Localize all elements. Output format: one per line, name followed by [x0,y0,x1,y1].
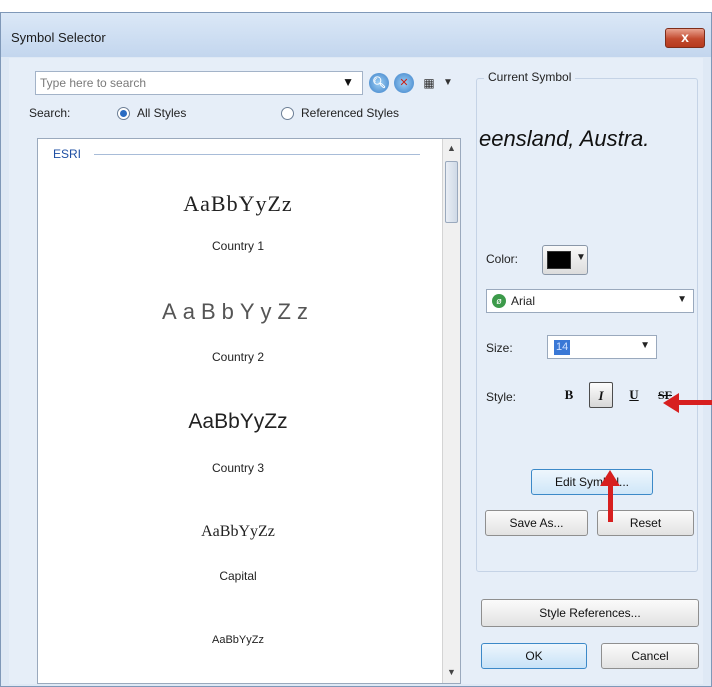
symbol-sample[interactable]: AaBbYyZz [38,634,438,646]
symbol-sample[interactable]: AaBbYyZz [38,299,438,325]
chevron-down-icon: ▼ [677,294,687,305]
current-symbol-group [476,78,698,572]
current-symbol-label: Current Symbol [484,70,576,84]
italic-button[interactable]: I [589,382,613,408]
color-swatch [547,251,571,269]
ok-button[interactable]: OK [481,643,587,669]
chevron-down-icon[interactable]: ▼ [342,75,354,89]
symbol-selector-dialog: Symbol Selector x ▼ 🔍︎ ✕ ▦ ▼ Search: All… [0,12,712,687]
symbol-name[interactable]: Capital [38,569,438,583]
symbol-name[interactable]: Country 2 [38,350,438,364]
style-group-label: ESRI [53,147,82,161]
annotation-arrow-size-shaft [677,400,712,405]
search-combobox[interactable]: ▼ [35,71,363,95]
font-type-icon: ø [492,294,506,308]
font-value: Arial [511,294,536,308]
symbol-list[interactable]: ESRI AaBbYyZz Country 1 AaBbYyZz Country… [37,138,461,684]
search-scope-row: Search: All Styles Referenced Styles [29,106,449,124]
cancel-button[interactable]: Cancel [601,643,699,669]
annotation-arrow-size-icon [663,393,679,413]
chevron-down-icon: ▼ [576,252,586,263]
all-styles-label[interactable]: All Styles [137,106,186,120]
bold-button[interactable]: B [557,382,581,408]
view-mode-dropdown-icon[interactable]: ▼ [443,77,453,88]
size-value[interactable]: 14 [554,340,571,355]
view-mode-icon[interactable]: ▦ [419,75,439,91]
color-label: Color: [486,252,519,266]
referenced-styles-radio[interactable] [281,107,294,120]
symbol-name[interactable]: Country 1 [38,239,438,253]
color-picker-button[interactable]: ▼ [542,245,588,275]
scrollbar-thumb[interactable] [445,161,458,223]
dialog-title: Symbol Selector [11,30,106,45]
search-icon[interactable]: 🔍︎ [369,73,389,93]
close-button[interactable]: x [665,28,705,48]
style-label: Style: [486,390,517,404]
clear-search-icon[interactable]: ✕ [394,73,414,93]
title-bar: Symbol Selector x [1,13,711,57]
underline-button[interactable]: U [622,382,646,408]
symbol-sample[interactable]: AaBbYyZz [38,191,438,217]
size-label: Size: [486,341,513,355]
dialog-body: ▼ 🔍︎ ✕ ▦ ▼ Search: All Styles Referenced… [9,58,712,684]
scroll-up-icon[interactable]: ▲ [442,143,460,153]
font-select[interactable]: ø Arial ▼ [486,289,694,313]
scroll-down-icon[interactable]: ▼ [442,667,460,677]
style-references-button[interactable]: Style References... [481,599,699,627]
group-divider [94,154,420,155]
symbol-sample[interactable]: AaBbYyZz [38,410,438,434]
all-styles-radio[interactable] [117,107,130,120]
search-input[interactable] [40,74,320,92]
size-select[interactable]: 14 ▼ [547,335,657,359]
referenced-styles-label[interactable]: Referenced Styles [301,106,399,120]
save-as-button[interactable]: Save As... [485,510,588,536]
annotation-arrow-italic-shaft [608,484,613,522]
symbol-name[interactable]: Country 3 [38,461,438,475]
symbol-preview: eensland, Austra. [479,126,650,151]
edit-symbol-button[interactable]: Edit Symbol... [531,469,653,495]
close-icon: x [681,29,689,45]
annotation-arrow-italic-icon [600,470,620,486]
search-scope-label: Search: [29,106,71,120]
symbol-sample[interactable]: AaBbYyZz [38,523,438,541]
chevron-down-icon: ▼ [640,340,650,351]
